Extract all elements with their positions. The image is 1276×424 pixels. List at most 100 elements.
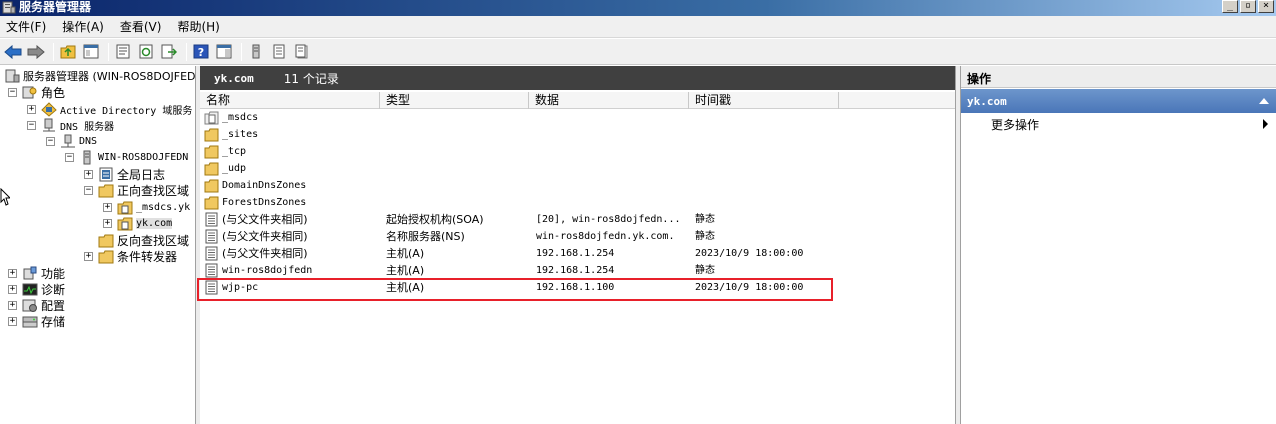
action-section-header[interactable]: yk.com (961, 89, 1276, 113)
active-directory-icon (41, 101, 57, 117)
collapse-roles-toggle[interactable]: − (8, 88, 17, 97)
menu-help[interactable]: 帮助(H) (177, 18, 219, 35)
menu-view[interactable]: 查看(V) (120, 18, 162, 35)
record-name: win-ros8dojfedn (222, 265, 313, 276)
expand-storage-toggle[interactable]: + (8, 317, 17, 326)
tree-item-storage[interactable]: 存储 (22, 313, 65, 329)
record-timestamp: 静态 (695, 214, 715, 225)
column-timestamp[interactable]: 时间戳 (689, 92, 839, 109)
minimize-button[interactable]: _ (1222, 0, 1238, 13)
tree-item-msdcs-zone[interactable]: _msdcs.yk (117, 199, 190, 215)
close-button[interactable]: × (1258, 0, 1274, 13)
tree-item-global-log[interactable]: 全局日志 (98, 166, 165, 182)
forward-button[interactable] (26, 42, 46, 62)
tree-label: 反向查找区域 (117, 233, 190, 248)
server-icon (79, 150, 95, 165)
expand-diagnostics-toggle[interactable]: + (8, 285, 17, 294)
tree-label: 存储 (41, 314, 66, 329)
tree-label: 条件转发器 (117, 249, 178, 264)
properties-button[interactable] (113, 42, 133, 62)
more-actions-item[interactable]: 更多操作 (991, 116, 1039, 133)
tree-item-server-manager[interactable]: 服务器管理器 (WIN-ROS8DOJFED (4, 68, 195, 84)
tree-item-conditional-forwarders[interactable]: 条件转发器 (98, 248, 177, 264)
dns-server-icon (41, 118, 57, 133)
restore-button[interactable]: ▫ (1240, 0, 1256, 13)
column-data[interactable]: 数据 (529, 92, 689, 109)
tree-item-forward-zones[interactable]: 正向查找区域 (98, 182, 189, 198)
action-pane: 操作 yk.com 更多操作 (960, 66, 1276, 424)
menu-action[interactable]: 操作(A) (62, 18, 104, 35)
record-name: _sites (222, 129, 259, 140)
collapse-host-toggle[interactable]: − (65, 153, 74, 162)
column-type[interactable]: 类型 (380, 92, 529, 109)
table-row[interactable]: (与父文件夹相同) 起始授权机构(SOA) [20], win-ros8dojfed… (200, 211, 955, 228)
table-row[interactable]: _udp (200, 160, 955, 177)
new-host-button[interactable] (246, 42, 266, 62)
show-hide-action-pane-button[interactable] (214, 42, 234, 62)
record-name: (与父文件夹相同) (222, 247, 308, 260)
table-row[interactable]: ForestDnsZones (200, 194, 955, 211)
record-data: 192.168.1.254 (536, 248, 615, 259)
column-header: 名称 类型 数据 时间戳 (200, 92, 955, 109)
export-list-button[interactable] (159, 42, 179, 62)
record-name: _msdcs (222, 112, 259, 123)
expand-forwarders-toggle[interactable]: + (84, 252, 93, 261)
toolbar: ? (0, 39, 1276, 65)
record-name: DomainDnsZones (222, 180, 307, 191)
expand-msdcs-toggle[interactable]: + (103, 203, 112, 212)
new-record-button[interactable] (269, 42, 289, 62)
expand-configuration-toggle[interactable]: + (8, 301, 17, 310)
record-name-cell: ForestDnsZones (204, 194, 306, 211)
help-button[interactable]: ? (191, 42, 211, 62)
highlight-annotation (197, 278, 833, 301)
console-tree-icon (83, 44, 99, 59)
table-row[interactable]: _msdcs (200, 109, 955, 126)
server-record-icon (252, 44, 260, 59)
back-button[interactable] (3, 42, 23, 62)
column-name[interactable]: 名称 (200, 92, 380, 109)
tree-item-roles[interactable]: 角色 (22, 84, 65, 100)
tree-item-dns-host[interactable]: WIN-ROS8DOJFEDN (79, 149, 188, 165)
back-arrow-icon (4, 44, 22, 59)
new-record-alt-button[interactable] (292, 42, 312, 62)
zone-icon (117, 200, 133, 215)
refresh-button[interactable] (136, 42, 156, 62)
table-row[interactable]: win-ros8dojfedn 主机(A) 192.168.1.254 静态 (200, 262, 955, 279)
record-timestamp: 2023/10/9 18:00:00 (695, 248, 804, 259)
properties-icon (116, 44, 130, 59)
table-row[interactable]: (与父文件夹相同) 名称服务器(NS) win-ros8dojfedn.yk.com… (200, 228, 955, 245)
up-folder-button[interactable] (58, 42, 78, 62)
tree-item-dns[interactable]: DNS (60, 133, 97, 149)
menu-file[interactable]: 文件(F) (6, 18, 46, 35)
help-icon: ? (193, 44, 209, 59)
record-name: _udp (222, 163, 247, 174)
record-stack-icon (295, 44, 308, 59)
expand-yk-toggle[interactable]: + (103, 219, 112, 228)
tree-item-diagnostics[interactable]: 诊断 (22, 281, 65, 297)
tree-item-active-directory[interactable]: Active Directory 域服务 (41, 101, 192, 117)
collapse-dns-toggle[interactable]: − (46, 137, 55, 146)
tree-item-yk-zone[interactable]: yk.com (117, 215, 173, 231)
tree-item-configuration[interactable]: 配置 (22, 297, 65, 313)
record-name-cell: DomainDnsZones (204, 177, 306, 194)
expand-features-toggle[interactable]: + (8, 269, 17, 278)
record-type: 主机(A) (386, 247, 425, 260)
expand-ad-toggle[interactable]: + (27, 105, 36, 114)
record-name: ForestDnsZones (222, 197, 307, 208)
expand-global-log-toggle[interactable]: + (84, 170, 93, 179)
tree-item-dns-server[interactable]: DNS 服务器 (41, 117, 114, 133)
table-row[interactable]: _tcp (200, 143, 955, 160)
folder-icon (98, 249, 114, 264)
table-row[interactable]: DomainDnsZones (200, 177, 955, 194)
folder-icon (98, 183, 114, 198)
event-log-icon (98, 167, 114, 182)
tree-item-features[interactable]: 功能 (22, 265, 65, 281)
table-row[interactable]: (与父文件夹相同) 主机(A) 192.168.1.254 2023/10/9 18:… (200, 245, 955, 262)
show-hide-tree-button[interactable] (81, 42, 101, 62)
forward-arrow-icon (27, 44, 45, 59)
collapse-dns-server-toggle[interactable]: − (27, 121, 36, 130)
table-row[interactable]: _sites (200, 126, 955, 143)
tree-item-reverse-zones[interactable]: 反向查找区域 (98, 232, 189, 248)
server-manager-icon (4, 69, 20, 84)
collapse-forward-zones-toggle[interactable]: − (84, 186, 93, 195)
